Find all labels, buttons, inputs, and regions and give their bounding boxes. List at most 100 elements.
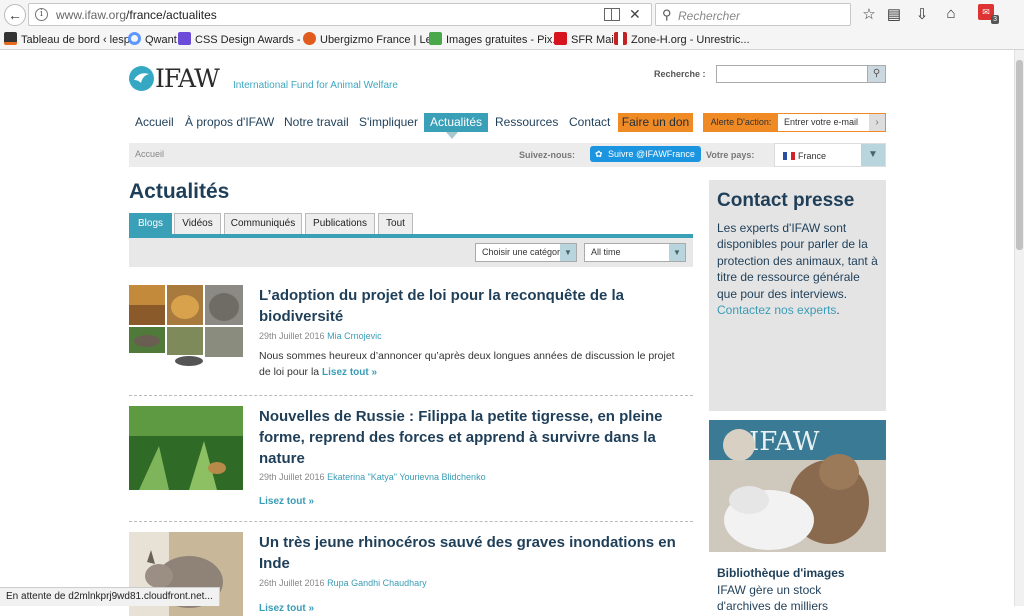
donate-button[interactable]: Faire un don [618,113,693,132]
bookmark-item[interactable]: Images gratuites - Pix... [429,32,562,46]
tab-publications[interactable]: Publications [305,213,375,234]
info-icon[interactable]: i [35,8,48,21]
search-icon: ⚲ [662,7,672,22]
search-placeholder: Rechercher [678,9,741,23]
bookmarks-bar: Tableau de bord ‹ lesp... Qwant CSS Desi… [0,31,1024,49]
download-icon[interactable]: ⇩ [912,5,932,23]
bookmark-label: CSS Design Awards - ... [195,34,313,46]
bookmark-item[interactable]: SFR Mail [554,32,616,46]
nav-item-accueil[interactable]: Accueil [135,113,174,132]
post-title[interactable]: Un très jeune rhinocéros sauvé des grave… [259,532,689,574]
star-icon[interactable]: ☆ [859,5,879,23]
logo-tagline: International Fund for Animal Welfare [233,80,398,91]
country-select[interactable]: France ▼ [774,143,886,167]
read-more-link[interactable]: Lisez tout » [322,367,377,378]
nav-item-actualites[interactable]: Actualités [424,113,489,139]
category-select[interactable]: Choisir une catégorie ▼ [475,243,577,262]
read-more-link[interactable]: Lisez tout » [259,603,314,614]
back-arrow-icon[interactable]: ← [4,4,26,26]
logo-wordmark: IFAW [155,64,220,93]
post-date: 29th Juillet 2016 [259,472,325,482]
browser-status-bar: En attente de d2mlnkprj9wd81.cloudfront.… [0,587,220,606]
bookmark-favicon-icon [178,32,191,45]
scrollbar-thumb[interactable] [1016,60,1023,250]
nav-item-simpliquer[interactable]: S'impliquer [359,113,418,132]
clipboard-icon[interactable]: ▤ [884,5,904,23]
read-more-link[interactable]: Lisez tout » [259,496,314,507]
country-label: Votre pays: [706,150,755,160]
bookmark-label: SFR Mail [571,34,617,46]
chevron-down-icon: ▼ [560,244,576,261]
chevron-down-icon[interactable]: ▼ [861,144,885,166]
nav-item-a-propos[interactable]: À propos d'IFAW [185,113,274,132]
nav-item-ressources[interactable]: Ressources [495,113,558,132]
press-contact-title: Contact presse [717,190,855,211]
reader-view-icon[interactable] [604,8,620,21]
bookmark-label: Images gratuites - Pix... [446,34,562,46]
home-icon[interactable]: ⌂ [941,5,961,22]
browser-toolbar: ← i www.ifaw.org/france/actualites ✕ ⚲ R… [0,0,1024,50]
bookmark-label: Qwant [145,34,177,46]
tab-blogs[interactable]: Blogs [129,213,172,234]
bookmark-favicon-icon [128,32,141,45]
page-scrollbar[interactable] [1014,50,1024,606]
contact-experts-link[interactable]: Contactez nos experts [717,303,836,317]
post-date: 29th Juillet 2016 [259,331,325,341]
nav-item-notre-travail[interactable]: Notre travail [284,113,349,132]
bookmark-item[interactable]: Qwant [128,32,177,46]
alert-email-input[interactable]: Entrer votre e-mail [784,117,858,127]
tab-communiques[interactable]: Communiqués [224,213,302,234]
time-select[interactable]: All time ▼ [584,243,686,262]
bookmark-favicon-icon [429,32,442,45]
twitter-follow-button[interactable]: ✿ Suivre @IFAWFrance [590,146,701,162]
post-excerpt: Nous sommes heureux d’annoncer qu’après … [259,348,689,381]
image-library-text: IFAW gère un stock d'archives de millier… [717,583,828,613]
tab-videos[interactable]: Vidéos [174,213,221,234]
post-author[interactable]: Mia Crnojevic [327,331,382,341]
time-select-value: All time [591,247,621,257]
url-text[interactable]: www.ifaw.org/france/actualites [56,8,217,22]
logo-globe-icon [129,66,154,91]
post-divider [129,521,693,522]
post-meta: 29th Juillet 2016 Ekaterina "Katya" Your… [259,472,486,482]
post-date: 26th Juillet 2016 [259,578,325,588]
bookmark-item[interactable]: CSS Design Awards - ... [178,32,313,46]
post-thumbnail[interactable] [129,285,243,369]
post-meta: 29th Juillet 2016 Mia Crnojevic [259,331,382,341]
chevron-right-icon[interactable]: › [869,114,885,131]
page-title: Actualités [129,180,230,203]
nav-item-contact[interactable]: Contact [569,113,610,132]
bookmark-item[interactable]: Tableau de bord ‹ lesp... [4,32,139,46]
image-library-title[interactable]: Bibliothèque d'images [717,566,845,580]
post-author[interactable]: Rupa Gandhi Chaudhary [327,578,427,588]
post-divider [129,395,693,396]
url-host: www.ifaw.org [56,8,127,22]
post-title[interactable]: Nouvelles de Russie : Filippa la petite … [259,406,689,469]
extension-badge-icon[interactable]: ✉ 3 [978,4,999,24]
bookmark-item[interactable]: Ubergizmo France | Le... [303,32,441,46]
post-meta: 26th Juillet 2016 Rupa Gandhi Chaudhary [259,578,427,588]
press-contact-text: Les experts d'IFAW sont disponibles pour… [717,221,878,318]
post-author[interactable]: Ekaterina "Katya" Yourievna Blidchenko [327,472,486,482]
news-tabs: Blogs Vidéos Communiqués Publications To… [129,213,693,238]
france-flag-icon [783,152,795,160]
twitter-follow-label: Suivre @IFAWFrance [608,149,695,159]
close-icon[interactable]: ✕ [629,6,641,23]
bookmark-favicon-icon [614,32,627,45]
image-library-photo[interactable]: IFAW [709,420,886,552]
bookmark-item[interactable]: Zone-H.org - Unrestric... [614,32,750,46]
action-alert-label: Alerte D'action: [704,114,778,131]
post-thumbnail[interactable] [129,406,243,490]
follow-label: Suivez-nous: [519,150,576,160]
search-icon[interactable]: ⚲ [867,66,885,82]
site-search-input[interactable]: ⚲ [716,65,886,83]
breadcrumb[interactable]: Accueil [135,149,164,159]
action-alert-form: Alerte D'action: Entrer votre e-mail › [703,113,886,132]
browser-search-input[interactable]: ⚲ Rechercher [655,3,851,26]
post-title[interactable]: L’adoption du projet de loi pour la reco… [259,285,689,327]
url-path: /france/actualites [126,8,217,22]
tab-tout[interactable]: Tout [378,213,413,234]
badge-count: 3 [991,15,999,24]
address-bar[interactable]: i www.ifaw.org/france/actualites ✕ [28,3,652,26]
sub-header-bar: Accueil Suivez-nous: ✿ Suivre @IFAWFrance… [129,143,886,167]
